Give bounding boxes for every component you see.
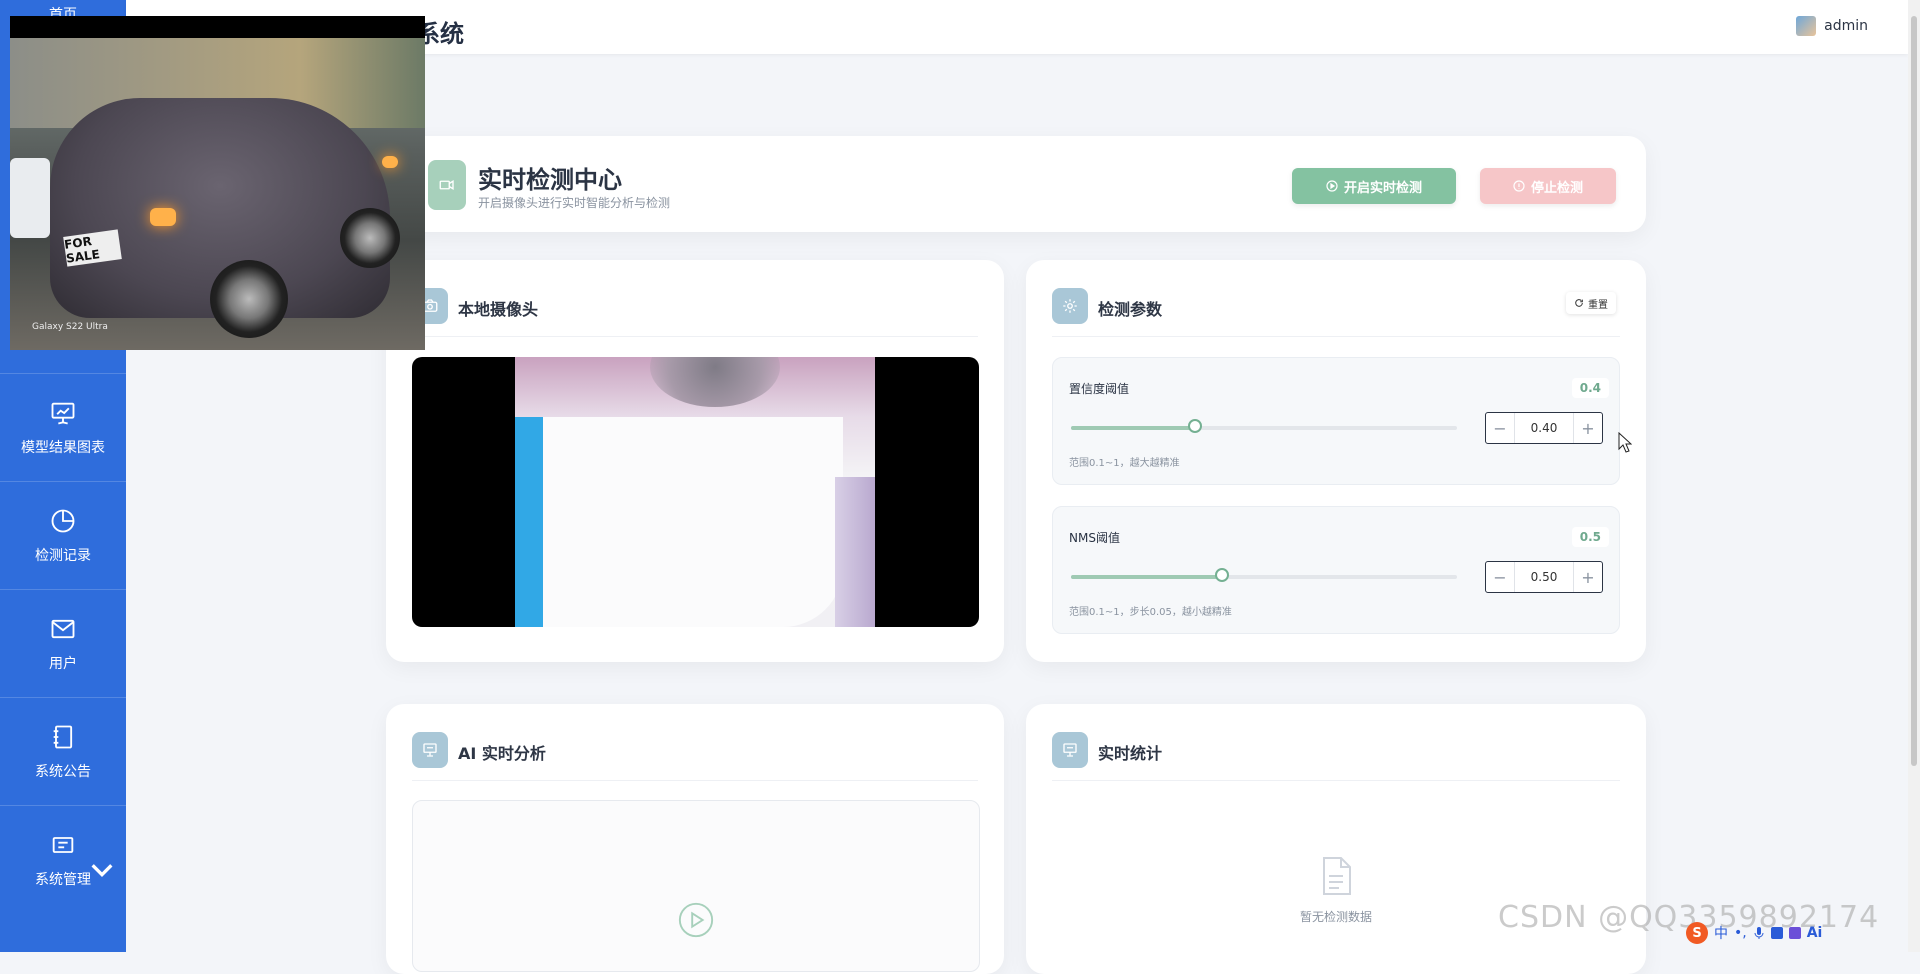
- param-label: 置信度阈值: [1069, 382, 1130, 396]
- sidebar-item-users[interactable]: 用户: [0, 589, 126, 697]
- info-circle-icon: [1513, 180, 1525, 192]
- pip-taillight: [382, 156, 398, 168]
- pip-taillight: [150, 208, 176, 226]
- ime-toolbar[interactable]: S 中 •, Ai: [1686, 920, 1864, 946]
- divider: [412, 780, 978, 781]
- sidebar-item-label: 系统管理: [35, 871, 91, 888]
- sidebar-item-label: 系统公告: [35, 763, 91, 780]
- stop-detection-label: 停止检测: [1530, 180, 1583, 196]
- pip-video-overlay[interactable]: FOR SALE Galaxy S22 Ultra: [10, 16, 425, 350]
- pie-chart-icon: [51, 509, 75, 532]
- skin-icon[interactable]: [1788, 927, 1801, 939]
- slider-handle[interactable]: [1188, 419, 1202, 433]
- pip-video-frame: FOR SALE: [10, 38, 425, 350]
- param-value-badge: 0.4: [1571, 378, 1609, 398]
- sidebar-item-model-charts[interactable]: 模型结果图表: [0, 373, 126, 481]
- start-detection-button[interactable]: 开启实时检测: [1292, 168, 1456, 204]
- slider-fill: [1071, 426, 1195, 430]
- document-icon: [1323, 857, 1351, 895]
- decrement-button[interactable]: −: [1486, 562, 1514, 592]
- sidebar-item-announcements[interactable]: 系统公告: [0, 697, 126, 805]
- hero-subtitle: 开启摄像头进行实时智能分析与检测: [478, 196, 671, 210]
- nms-slider[interactable]: [1071, 568, 1457, 582]
- stepper-value[interactable]: 0.40: [1514, 413, 1574, 443]
- mail-icon: [51, 619, 75, 638]
- ime-ai[interactable]: Ai: [1807, 925, 1823, 941]
- param-hint: 范围0.1~1，越大越精准: [1069, 458, 1180, 469]
- param-value-badge: 0.5: [1571, 527, 1609, 547]
- sidebar-item-label: 检测记录: [35, 547, 91, 564]
- gear-icon: [1052, 288, 1088, 324]
- microphone-icon[interactable]: [1753, 926, 1765, 940]
- message-card-icon: [52, 836, 74, 853]
- pip-wheel: [210, 260, 288, 338]
- chevron-down-icon: [91, 864, 113, 877]
- notebook-icon: [53, 725, 73, 748]
- stop-detection-button[interactable]: 停止检测: [1480, 168, 1616, 204]
- sidebar-item-label: 模型结果图表: [21, 439, 105, 456]
- divider: [1052, 336, 1620, 337]
- presentation-chart-icon: [51, 402, 75, 424]
- ai-analysis-card: AI 实时分析: [386, 704, 1004, 974]
- start-detection-label: 开启实时检测: [1343, 180, 1422, 196]
- camera-card: 本地摄像头: [386, 260, 1004, 662]
- punctuation-icon[interactable]: •,: [1734, 925, 1747, 941]
- hero-card: 实时检测中心 开启摄像头进行实时智能分析与检测 开启实时检测 停止检测: [398, 136, 1646, 232]
- camera-frame-paper: [543, 417, 843, 627]
- params-card: 检测参数 重置 置信度阈值 0.4 − 0.40 + 范围0.1~1，越大越精准…: [1026, 260, 1646, 662]
- sogou-logo-icon[interactable]: S: [1686, 922, 1708, 944]
- camera-frame-shadow: [835, 477, 875, 627]
- divider: [412, 336, 978, 337]
- camera-video-feed[interactable]: [412, 357, 979, 627]
- reset-button[interactable]: 重置: [1566, 292, 1616, 314]
- confidence-stepper[interactable]: − 0.40 +: [1485, 412, 1603, 444]
- user-menu[interactable]: admin: [1796, 16, 1868, 36]
- sidebar-item-detection-records[interactable]: 检测记录: [0, 481, 126, 589]
- ime-language[interactable]: 中: [1714, 923, 1728, 943]
- stepper-value[interactable]: 0.50: [1514, 562, 1574, 592]
- pip-parked-car: [10, 158, 50, 238]
- reset-label: 重置: [1588, 299, 1608, 311]
- decrement-button[interactable]: −: [1486, 413, 1514, 443]
- card-title: 本地摄像头: [458, 300, 539, 319]
- camera-frame-blue-edge: [515, 417, 543, 627]
- page-scrollbar[interactable]: [1908, 0, 1920, 952]
- card-title: 检测参数: [1098, 300, 1163, 319]
- avatar: [1796, 16, 1817, 36]
- param-label: NMS阈值: [1069, 531, 1120, 545]
- play-circle-icon[interactable]: [677, 901, 715, 939]
- nms-stepper[interactable]: − 0.50 +: [1485, 561, 1603, 593]
- sidebar-item-system-management[interactable]: 系统管理: [0, 805, 126, 913]
- slider-fill: [1071, 575, 1222, 579]
- confidence-param: 置信度阈值 0.4 − 0.40 + 范围0.1~1，越大越精准: [1052, 357, 1620, 485]
- play-circle-icon: [1326, 180, 1338, 192]
- confidence-slider[interactable]: [1071, 419, 1457, 433]
- camera-frame-blur: [650, 357, 780, 407]
- video-camera-icon: [428, 160, 466, 210]
- scrollbar-thumb[interactable]: [1911, 16, 1917, 766]
- refresh-icon: [1575, 299, 1583, 307]
- card-title: AI 实时分析: [458, 744, 546, 763]
- nms-param: NMS阈值 0.5 − 0.50 + 范围0.1~1，步长0.05，越小越精准: [1052, 506, 1620, 634]
- param-hint: 范围0.1~1，步长0.05，越小越精准: [1069, 607, 1232, 618]
- ai-analysis-panel: [412, 800, 980, 972]
- mouse-cursor-icon: [1618, 432, 1632, 453]
- sidebar-item-label: 用户: [49, 655, 77, 672]
- pip-wheel: [340, 208, 400, 268]
- username: admin: [1824, 18, 1868, 34]
- camera-frame: [515, 357, 875, 627]
- pip-watermark: Galaxy S22 Ultra: [32, 322, 108, 332]
- increment-button[interactable]: +: [1574, 562, 1602, 592]
- divider: [1052, 780, 1620, 781]
- keyboard-icon[interactable]: [1770, 927, 1783, 939]
- increment-button[interactable]: +: [1574, 413, 1602, 443]
- presentation-icon: [1052, 732, 1088, 768]
- presentation-icon: [412, 732, 448, 768]
- card-title: 实时统计: [1098, 744, 1163, 763]
- slider-handle[interactable]: [1215, 568, 1229, 582]
- hero-title: 实时检测中心: [478, 166, 622, 194]
